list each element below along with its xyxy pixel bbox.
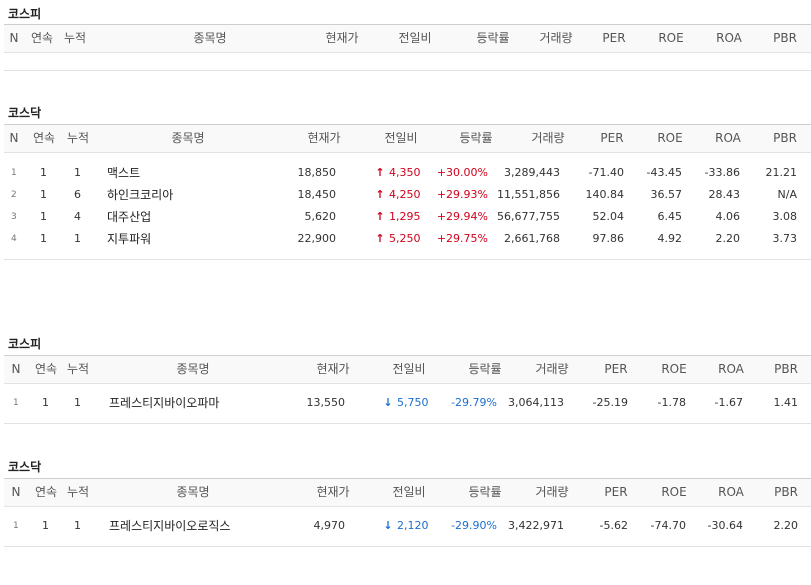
cell-cumulative: 1	[74, 519, 81, 532]
cell-change-rate: -29.90%	[451, 519, 497, 532]
table-bottom-border	[4, 546, 811, 547]
cell-stock-name[interactable]: 프레스티지바이오로직스	[109, 515, 230, 537]
column-header-change[interactable]: 전일비	[375, 25, 455, 52]
cell-stock-name[interactable]: 맥스트	[107, 162, 140, 184]
cell-change-rate: +30.00%	[436, 166, 488, 179]
column-header-cumulative[interactable]: 누적	[38, 479, 118, 506]
cell-current-price: 22,900	[297, 232, 337, 245]
cell-change-rate: +29.93%	[436, 188, 488, 201]
cell-current-price: 13,550	[306, 396, 346, 409]
cell-volume: 3,422,971	[508, 519, 564, 532]
cell-stock-name[interactable]: 프레스티지바이오파마	[109, 392, 219, 414]
column-header-change[interactable]: 전일비	[361, 125, 441, 152]
change-value: 2,120	[397, 519, 429, 532]
cell-consecutive: 1	[40, 210, 47, 223]
column-header-change[interactable]: 전일비	[369, 479, 449, 506]
column-header-stock-name[interactable]: 종목명	[153, 356, 233, 383]
cell-volume: 2,661,768	[504, 232, 560, 245]
cell-change-rate: -29.79%	[451, 396, 497, 409]
section-title: 코스피	[8, 337, 42, 351]
cell-current-price: 5,620	[304, 210, 337, 223]
cell-current-price: 18,850	[297, 166, 337, 179]
cell-no: 2	[11, 190, 17, 200]
column-header-cumulative[interactable]: 누적	[35, 25, 115, 52]
column-header-pbr[interactable]: PBR	[745, 25, 811, 52]
down-arrow-icon: ↓	[383, 396, 393, 409]
section-title: 코스닥	[8, 460, 42, 474]
up-arrow-icon: ↑	[375, 188, 385, 201]
up-arrow-icon: ↑	[375, 232, 385, 245]
cell-volume: 11,551,856	[497, 188, 560, 201]
cell-consecutive: 1	[40, 166, 47, 179]
cell-change-rate: +29.94%	[436, 210, 488, 223]
column-header-current-price[interactable]: 현재가	[293, 356, 373, 383]
up-arrow-icon: ↑	[375, 166, 385, 179]
cell-cumulative: 1	[74, 232, 81, 245]
column-header-pbr[interactable]: PBR	[746, 356, 811, 383]
cell-pbr: 3.08	[772, 210, 798, 223]
cell-cumulative: 6	[74, 188, 81, 201]
table-row[interactable]: 1 1 1 프레스티지바이오파마 13,550 ↓ 5,750 -29.79% 3,064,11…	[4, 392, 811, 414]
table-bottom-border	[4, 423, 811, 424]
table-row[interactable]: 1 1 1 맥스트 18,850 ↑ 4,350 +30.00% 3,289,443 -71.40…	[4, 162, 811, 184]
table-header: N 연속 누적 종목명 현재가 전일비 등락률 거래량 PER ROE ROA PBR	[4, 478, 811, 507]
change-value: 5,750	[397, 396, 429, 409]
cell-pbr: 2.20	[773, 519, 799, 532]
table-header: N 연속 누적 종목명 현재가 전일비 등락률 거래량 PER ROE ROA PBR	[4, 355, 811, 384]
cell-pbr: 21.21	[765, 166, 798, 179]
cell-no: 1	[13, 521, 19, 531]
cell-volume: 3,064,113	[508, 396, 564, 409]
section-title: 코스피	[8, 7, 42, 21]
cell-stock-name[interactable]: 하인크코리아	[107, 184, 173, 206]
cell-cumulative: 1	[74, 166, 81, 179]
cell-stock-name[interactable]: 지투파워	[107, 228, 151, 250]
column-header-change-rate[interactable]: 등락률	[436, 125, 516, 152]
cell-consecutive: 1	[42, 396, 49, 409]
column-header-pbr[interactable]: PBR	[746, 479, 811, 506]
column-header-stock-name[interactable]: 종목명	[170, 25, 250, 52]
column-header-stock-name[interactable]: 종목명	[153, 479, 233, 506]
table-row[interactable]: 2 1 6 하인크코리아 18,450 ↑ 4,250 +29.93% 11,551,856 14…	[4, 184, 811, 206]
table-header: N 연속 누적 종목명 현재가 전일비 등락률 거래량 PER ROE ROA PBR	[4, 124, 811, 153]
section-title: 코스닥	[8, 106, 42, 120]
cell-pbr: 1.41	[773, 396, 799, 409]
column-header-cumulative[interactable]: 누적	[38, 356, 118, 383]
cell-no: 1	[11, 168, 17, 178]
table-bottom-border	[4, 259, 811, 260]
cell-no: 1	[13, 398, 19, 408]
cell-consecutive: 1	[40, 232, 47, 245]
column-header-pbr[interactable]: PBR	[745, 125, 811, 152]
cell-volume: 3,289,443	[504, 166, 560, 179]
cell-consecutive: 1	[40, 188, 47, 201]
cell-pbr: N/A	[777, 188, 797, 201]
cell-no: 3	[11, 212, 17, 222]
cell-current-price: 18,450	[297, 188, 337, 201]
cell-consecutive: 1	[42, 519, 49, 532]
cell-cumulative: 1	[74, 396, 81, 409]
column-header-current-price[interactable]: 현재가	[293, 479, 373, 506]
table-bottom-border	[4, 70, 811, 71]
cell-change-rate: +29.75%	[436, 232, 488, 245]
up-arrow-icon: ↑	[375, 210, 385, 223]
cell-no: 4	[11, 234, 17, 244]
cell-volume: 56,677,755	[497, 210, 560, 223]
column-header-cumulative[interactable]: 누적	[38, 125, 118, 152]
column-header-stock-name[interactable]: 종목명	[148, 125, 228, 152]
down-arrow-icon: ↓	[383, 519, 393, 532]
cell-current-price: 4,970	[313, 519, 346, 532]
table-row[interactable]: 4 1 1 지투파워 22,900 ↑ 5,250 +29.75% 2,661,768 97.86…	[4, 228, 811, 250]
cell-pbr: 3.73	[772, 232, 798, 245]
column-header-current-price[interactable]: 현재가	[302, 25, 382, 52]
column-header-current-price[interactable]: 현재가	[284, 125, 364, 152]
cell-cumulative: 4	[74, 210, 81, 223]
table-row[interactable]: 1 1 1 프레스티지바이오로직스 4,970 ↓ 2,120 -29.90% 3,422,97…	[4, 515, 811, 537]
cell-stock-name[interactable]: 대주산업	[107, 206, 151, 228]
table-header: N 연속 누적 종목명 현재가 전일비 등락률 거래량 PER ROE ROA PBR	[4, 24, 811, 53]
table-row[interactable]: 3 1 4 대주산업 5,620 ↑ 1,295 +29.94% 56,677,755 52.04…	[4, 206, 811, 228]
column-header-change[interactable]: 전일비	[369, 356, 449, 383]
